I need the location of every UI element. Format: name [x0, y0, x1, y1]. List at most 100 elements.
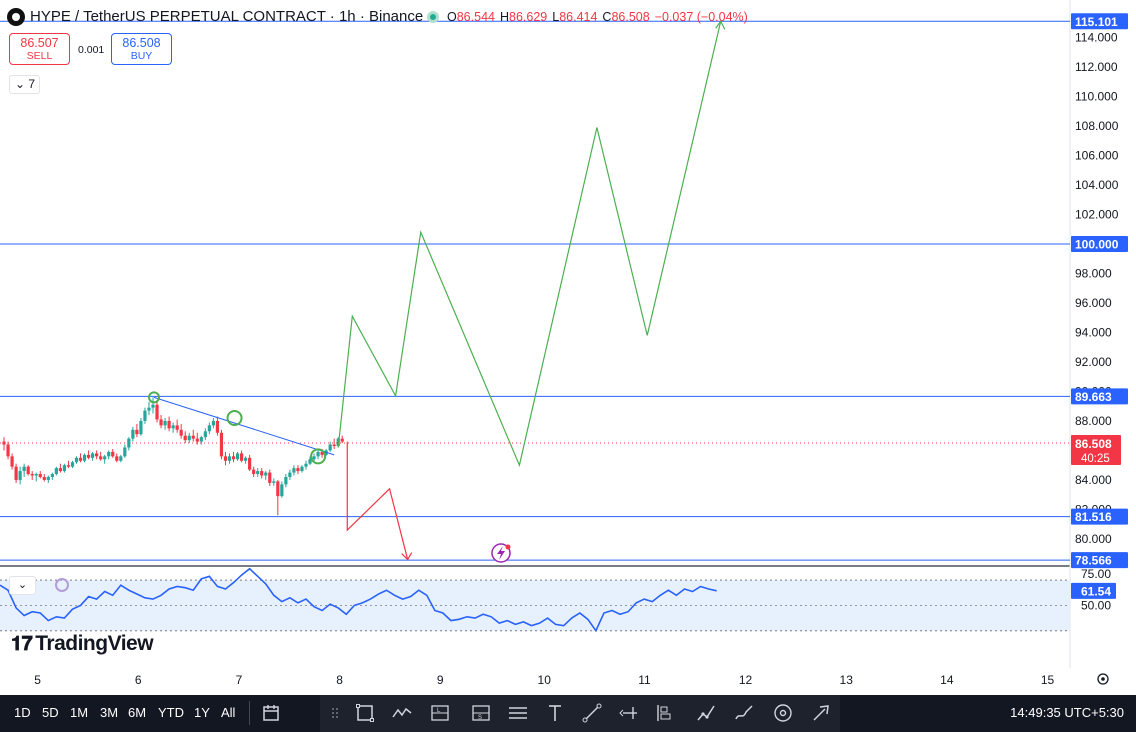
rsi-tick-label: 50.00 — [1081, 598, 1111, 612]
measure-icon[interactable] — [770, 701, 796, 725]
time-tick-label: 10 — [538, 673, 552, 687]
candle-body — [115, 456, 119, 461]
candle-body — [34, 474, 38, 476]
timeframe-5d[interactable]: 5D — [42, 705, 59, 720]
svg-text:S: S — [478, 715, 482, 721]
timeframe-all[interactable]: All — [221, 705, 235, 720]
clock[interactable]: 14:49:35 UTC+5:30 — [1010, 705, 1124, 720]
candle-body — [26, 466, 30, 475]
candle-body — [58, 468, 62, 472]
timeframe-6m[interactable]: 6M — [128, 705, 146, 720]
time-tick-label: 6 — [135, 673, 142, 687]
time-tick-label: 11 — [638, 673, 651, 687]
sell-price: 86.507 — [20, 36, 59, 50]
sell-label: SELL — [26, 50, 53, 62]
buy-label: BUY — [130, 50, 153, 62]
candle-body — [207, 425, 211, 432]
level-price-label: 89.663 — [1075, 390, 1112, 404]
text-tool-icon[interactable] — [542, 701, 568, 725]
path-tool-icon[interactable] — [693, 701, 719, 725]
candle-body — [131, 429, 135, 439]
candle-body — [107, 451, 111, 457]
candle-body — [143, 410, 147, 421]
timeframe-ytd[interactable]: YTD — [158, 705, 184, 720]
short-position-icon[interactable]: S — [468, 701, 494, 725]
candle-body — [300, 466, 304, 472]
symbol-logo-icon — [7, 8, 25, 26]
trend-line-icon[interactable] — [579, 701, 605, 725]
candle-body — [199, 437, 203, 442]
candle-body — [175, 425, 179, 430]
candle-body — [119, 456, 123, 461]
ohlc-high: 86.629 — [509, 10, 548, 24]
candle-body — [272, 481, 276, 483]
price-chart[interactable]: 114.000 112.000 110.000 108.000 106.000 104.0… — [0, 0, 1136, 695]
timeframe-1m[interactable]: 1M — [70, 705, 88, 720]
time-tick-label: 13 — [840, 673, 854, 687]
candle-body — [248, 457, 252, 470]
rsi-collapse-button[interactable]: ⌄ — [9, 576, 36, 595]
candle-body — [203, 431, 207, 438]
candle-body — [215, 420, 220, 433]
ohlc-open: 86.544 — [456, 10, 495, 24]
candle-body — [6, 444, 10, 457]
candle-body — [99, 456, 103, 460]
price-tick-label: 96.000 — [1075, 296, 1112, 310]
price-tick-label: 114.000 — [1075, 30, 1118, 44]
candle-body — [211, 420, 215, 426]
candle-body — [312, 456, 316, 460]
fib-retracement-icon[interactable] — [505, 701, 531, 725]
candle-body — [95, 453, 99, 457]
arrow-tool-icon[interactable] — [808, 701, 834, 725]
timeframe-1d[interactable]: 1D — [14, 705, 31, 720]
timeframe-1y[interactable]: 1Y — [194, 705, 210, 720]
candle-body — [187, 435, 191, 441]
chart-area[interactable]: 114.000 112.000 110.000 108.000 106.000 104.0… — [0, 0, 1136, 732]
price-tick-label: 98.000 — [1075, 266, 1112, 280]
chevron-down-icon: ⌄ — [15, 77, 26, 91]
price-tick-label: 88.000 — [1075, 414, 1112, 428]
candle-body — [268, 472, 272, 483]
rsi-settings-icon[interactable] — [55, 578, 69, 592]
spread-value: 0.001 — [78, 44, 105, 56]
candle-body — [167, 420, 171, 429]
tradingview-logo[interactable]: 𝟏𝟕 TradingView — [11, 632, 154, 656]
candle-body — [235, 453, 240, 460]
chevron-down-icon: ⌄ — [17, 579, 28, 591]
candle-body — [256, 471, 260, 475]
candle-body — [74, 457, 79, 463]
price-range-icon[interactable] — [617, 701, 643, 725]
candle-body — [227, 456, 232, 461]
level-price-label: 78.566 — [1075, 554, 1112, 568]
candle-body — [78, 457, 83, 461]
rsi-tick-label: 75.00 — [1081, 567, 1111, 581]
candle-body — [340, 438, 344, 442]
symbol-title[interactable]: HYPE / TetherUS PERPETUAL CONTRACT · 1h … — [30, 8, 423, 25]
date-price-range-icon[interactable] — [651, 701, 677, 725]
buy-button[interactable]: 86.508 BUY — [111, 33, 172, 65]
date-range-icon[interactable] — [258, 701, 284, 725]
candle-body — [135, 429, 139, 435]
candle-body — [288, 472, 292, 477]
candle-body — [82, 454, 87, 461]
ohlc-values: O86.544 H86.629 L86.414 C86.508 −0.037 (−0.0… — [447, 10, 753, 24]
candle-body — [38, 474, 42, 477]
candle-body — [260, 471, 264, 476]
price-tick-label: 84.000 — [1075, 473, 1112, 487]
candle-body — [30, 474, 34, 476]
bullish-projection-path — [337, 21, 722, 468]
bottom-toolbar: 1D 5D 1M 3M 6M YTD 1Y All L S 14:49:35 U… — [0, 695, 1136, 732]
drag-handle-icon[interactable] — [322, 701, 338, 725]
drawing-tools-bar: L S — [320, 695, 840, 732]
pattern-tool-icon[interactable] — [389, 701, 415, 725]
price-tick-label: 108.000 — [1075, 119, 1119, 133]
indicators-toggle[interactable]: ⌄ 7 — [9, 75, 40, 94]
ohlc-close: 86.508 — [611, 10, 650, 24]
sell-button[interactable]: 86.507 SELL — [9, 33, 70, 65]
timeframe-3m[interactable]: 3M — [100, 705, 118, 720]
long-position-icon[interactable]: L — [427, 701, 453, 725]
candle-body — [304, 463, 308, 467]
rectangle-tool-icon[interactable] — [352, 701, 378, 725]
candle-body — [328, 444, 332, 451]
brush-tool-icon[interactable] — [731, 701, 757, 725]
